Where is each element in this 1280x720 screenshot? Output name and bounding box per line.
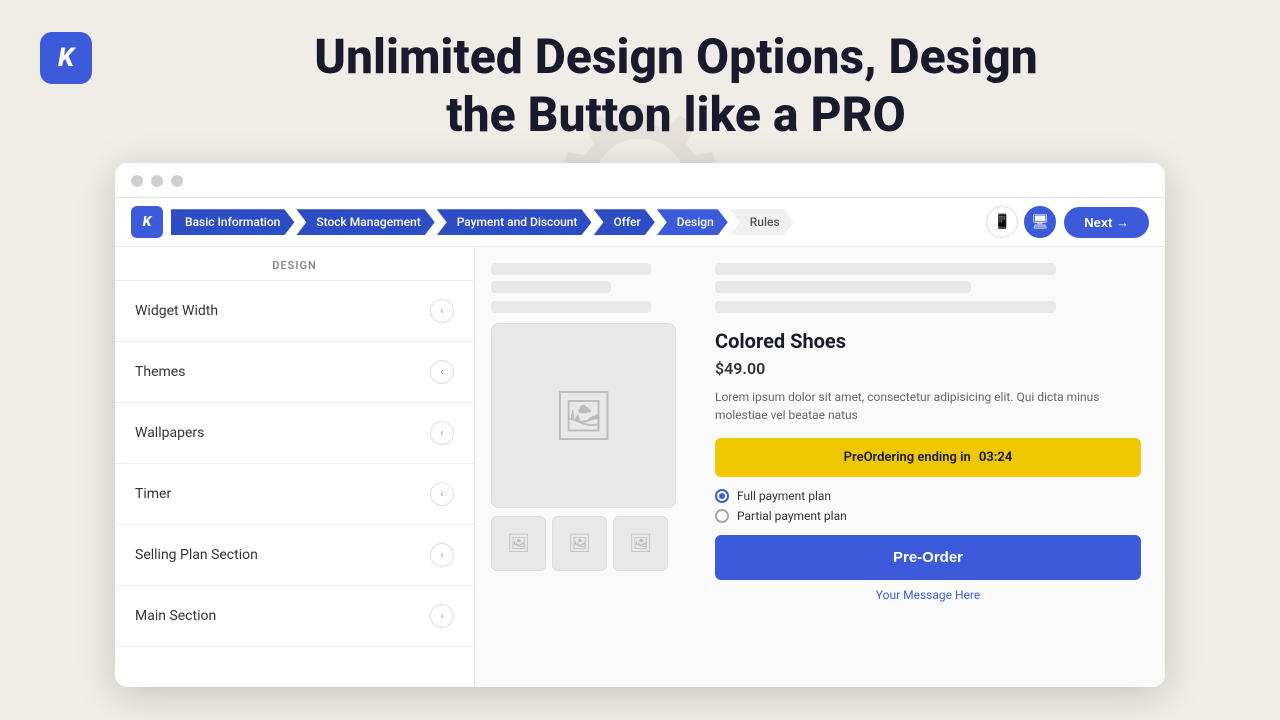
sidebar-title: DESIGN (115, 247, 474, 281)
skeleton-2 (491, 281, 611, 293)
sidebar-arrow-timer: ‹ (430, 482, 454, 506)
product-description: Lorem ipsum dolor sit amet, consectetur … (715, 388, 1141, 424)
main-product-image: 🖼 (491, 323, 676, 508)
thumbnail-2[interactable]: 🖼 (552, 516, 607, 571)
sidebar-item-themes[interactable]: Themes ‹ (115, 342, 474, 403)
product-info: Colored Shoes $49.00 Lorem ipsum dolor s… (707, 263, 1149, 671)
product-images: 🖼 🖼 🖼 🖼 (491, 263, 691, 671)
nav-logo: K (131, 206, 163, 238)
payment-full-label: Full payment plan (737, 489, 831, 503)
radio-partial-icon (715, 509, 729, 523)
sidebar-arrow-themes: ‹ (430, 360, 454, 384)
thumb-icon-3: 🖼 (629, 533, 652, 554)
sidebar-arrow-widget-width: ‹ (430, 299, 454, 323)
payment-options: Full payment plan Partial payment plan (715, 489, 1141, 523)
sidebar: DESIGN Widget Width ‹ Themes ‹ Wallpaper… (115, 247, 475, 687)
sidebar-arrow-wallpapers: ‹ (430, 421, 454, 445)
step-basic-info[interactable]: Basic Information (171, 209, 294, 235)
thumb-icon-1: 🖼 (507, 533, 530, 554)
desktop-view-button[interactable]: 🖥 (1024, 206, 1056, 238)
sidebar-arrow-selling-plan: ‹ (430, 543, 454, 567)
product-price: $49.00 (715, 359, 1141, 378)
step-offer[interactable]: Offer (593, 209, 654, 235)
window-dot-1 (131, 175, 143, 187)
sidebar-item-wallpapers-label: Wallpapers (135, 425, 204, 441)
payment-option-partial[interactable]: Partial payment plan (715, 509, 1141, 523)
skeleton-1 (491, 263, 651, 275)
step-stock-management[interactable]: Stock Management (296, 209, 434, 235)
thumbnail-1[interactable]: 🖼 (491, 516, 546, 571)
step-rules[interactable]: Rules (730, 209, 794, 235)
window-dots (131, 175, 1149, 187)
step-payment-discount[interactable]: Payment and Discount (437, 209, 592, 235)
thumb-icon-2: 🖼 (568, 533, 591, 554)
preorder-banner: PreOrdering ending in 03:24 (715, 438, 1141, 477)
app-window: K Basic Information Stock Management Pay… (115, 163, 1165, 687)
info-skeleton-1 (715, 263, 1056, 275)
thumbnail-row: 🖼 🖼 🖼 (491, 516, 691, 571)
sidebar-arrow-main-section: ‹ (430, 604, 454, 628)
thumbnail-3[interactable]: 🖼 (613, 516, 668, 571)
payment-option-full[interactable]: Full payment plan (715, 489, 1141, 503)
preorder-button[interactable]: Pre-Order (715, 535, 1141, 580)
your-message-link[interactable]: Your Message Here (715, 588, 1141, 602)
sidebar-item-wallpapers[interactable]: Wallpapers ‹ (115, 403, 474, 464)
logo-letter: K (58, 43, 74, 73)
step-design[interactable]: Design (657, 209, 728, 235)
logo-badge: K (40, 32, 92, 84)
main-content: DESIGN Widget Width ‹ Themes ‹ Wallpaper… (115, 247, 1165, 687)
nav-device-icons: 📱 🖥 (986, 206, 1056, 238)
skeleton-3 (491, 301, 651, 313)
sidebar-item-timer-label: Timer (135, 486, 171, 502)
mobile-view-button[interactable]: 📱 (986, 206, 1018, 238)
info-skeleton-2 (715, 281, 971, 293)
payment-partial-label: Partial payment plan (737, 509, 847, 523)
nav-bar: K Basic Information Stock Management Pay… (115, 198, 1165, 247)
desktop-icon: 🖥 (1031, 214, 1049, 230)
window-dot-3 (171, 175, 183, 187)
sidebar-item-widget-width[interactable]: Widget Width ‹ (115, 281, 474, 342)
sidebar-item-selling-plan[interactable]: Selling Plan Section ‹ (115, 525, 474, 586)
sidebar-item-timer[interactable]: Timer ‹ (115, 464, 474, 525)
headline: Unlimited Design Options, Design the But… (112, 28, 1240, 143)
radio-full-icon (715, 489, 729, 503)
info-skeleton-3 (715, 301, 1056, 313)
sidebar-item-widget-width-label: Widget Width (135, 303, 218, 319)
preorder-timer: 03:24 (979, 450, 1013, 465)
sidebar-item-themes-label: Themes (135, 364, 185, 380)
window-chrome (115, 163, 1165, 198)
product-placeholder-icon: 🖼 (553, 387, 614, 444)
next-button[interactable]: Next → (1064, 207, 1149, 238)
nav-steps: Basic Information Stock Management Payme… (171, 209, 978, 235)
preorder-banner-text: PreOrdering ending in (844, 450, 971, 465)
product-name: Colored Shoes (715, 329, 1141, 353)
sidebar-item-selling-plan-label: Selling Plan Section (135, 547, 258, 563)
mobile-icon: 📱 (993, 214, 1010, 230)
headline-text: Unlimited Design Options, Design the But… (112, 28, 1240, 143)
preview-area: 🖼 🖼 🖼 🖼 (475, 247, 1165, 687)
window-dot-2 (151, 175, 163, 187)
sidebar-item-main-section-label: Main Section (135, 608, 216, 624)
page-header: K Unlimited Design Options, Design the B… (0, 0, 1280, 163)
sidebar-item-main-section[interactable]: Main Section ‹ (115, 586, 474, 647)
